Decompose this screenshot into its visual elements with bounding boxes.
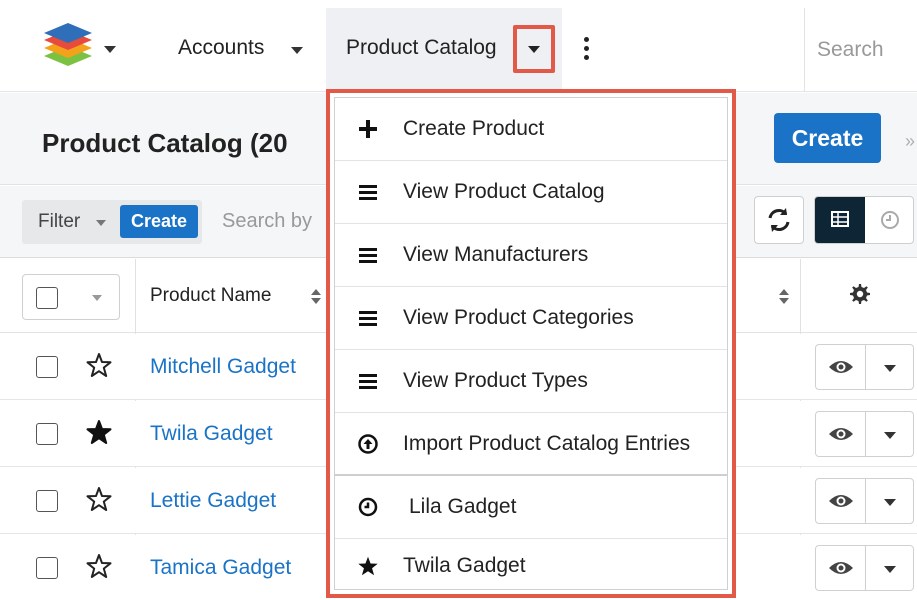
menu-item-label: View Product Types: [403, 369, 588, 392]
grid-icon: [831, 211, 849, 227]
menu-item-label: Lila Gadget: [409, 495, 517, 518]
star-filled-icon: [357, 555, 379, 577]
chevron-down-icon[interactable]: [884, 432, 896, 439]
menu-item-view-product-categories[interactable]: View Product Categories: [335, 287, 727, 350]
sort-icon[interactable]: [779, 289, 789, 305]
chevron-down-icon[interactable]: [884, 499, 896, 506]
row-checkbox[interactable]: [36, 423, 58, 445]
eye-icon[interactable]: [828, 424, 854, 444]
menu-item-label: Create Product: [403, 117, 545, 140]
star-outline-icon[interactable]: [86, 486, 112, 512]
gear-icon[interactable]: [849, 283, 871, 305]
chevron-down-icon: [528, 46, 540, 53]
star-outline-icon[interactable]: [86, 352, 112, 378]
menu-item-label: Import Product Catalog Entries: [403, 432, 691, 455]
list-search-input[interactable]: Search by: [222, 210, 312, 233]
page-title: Product Catalog (20: [42, 128, 288, 158]
create-button[interactable]: Create: [774, 113, 881, 163]
product-name-link[interactable]: Lettie Gadget: [150, 489, 276, 513]
menu-item-label: View Manufacturers: [403, 243, 589, 266]
product-name-link[interactable]: Mitchell Gadget: [150, 355, 296, 379]
activity-view-button[interactable]: [865, 197, 913, 243]
view-toggle: [814, 196, 914, 244]
header-more[interactable]: »: [905, 131, 915, 152]
select-all-checkbox[interactable]: [36, 287, 58, 309]
plus-icon: [357, 118, 379, 140]
product-name-link[interactable]: Twila Gadget: [150, 422, 273, 446]
top-navigation: Accounts Product Catalog Search: [0, 0, 917, 92]
menu-item-view-product-types[interactable]: View Product Types: [335, 350, 727, 413]
filter-create-button[interactable]: Create: [120, 205, 198, 238]
product-catalog-dropdown: Create Product View Product Catalog View…: [326, 89, 736, 598]
menu-item-label: View Product Catalog: [403, 180, 605, 203]
chevron-down-icon[interactable]: [884, 365, 896, 372]
refresh-icon: [768, 208, 790, 232]
import-icon: [357, 433, 379, 455]
list-icon: [357, 370, 379, 392]
menu-item-view-manufacturers[interactable]: View Manufacturers: [335, 224, 727, 287]
chevron-down-icon[interactable]: [96, 220, 106, 226]
chevron-down-icon[interactable]: [104, 46, 116, 53]
sort-icon[interactable]: [311, 289, 321, 305]
menu-item-create-product[interactable]: Create Product: [335, 98, 727, 161]
filter-dropdown[interactable]: Filter Create: [22, 200, 202, 244]
list-view-button[interactable]: [815, 197, 865, 243]
star-outline-icon[interactable]: [86, 553, 112, 579]
row-checkbox[interactable]: [36, 490, 58, 512]
nav-accounts[interactable]: Accounts: [178, 36, 264, 60]
chevron-down-icon[interactable]: [92, 295, 102, 301]
chevron-down-icon[interactable]: [884, 566, 896, 573]
row-checkbox[interactable]: [36, 356, 58, 378]
clock-icon: [881, 211, 899, 229]
column-header-product-name[interactable]: Product Name: [150, 285, 271, 307]
product-catalog-menu-toggle[interactable]: [513, 25, 555, 73]
menu-item-favorite-twila-gadget[interactable]: Twila Gadget: [335, 539, 727, 591]
menu-item-view-product-catalog[interactable]: View Product Catalog: [335, 161, 727, 224]
list-icon: [357, 244, 379, 266]
row-actions: [815, 478, 914, 524]
global-search[interactable]: Search: [804, 8, 917, 92]
row-actions: [815, 545, 914, 591]
row-actions: [815, 344, 914, 390]
filter-label[interactable]: Filter: [38, 211, 80, 233]
nav-product-catalog[interactable]: Product Catalog: [346, 36, 497, 60]
clock-icon: [357, 496, 379, 518]
list-icon: [357, 181, 379, 203]
eye-icon[interactable]: [828, 558, 854, 578]
chevron-down-icon[interactable]: [291, 47, 303, 54]
row-actions: [815, 411, 914, 457]
more-vertical-icon[interactable]: [584, 37, 590, 61]
refresh-button[interactable]: [754, 196, 804, 244]
dropdown-list: Create Product View Product Catalog View…: [334, 97, 728, 590]
menu-item-import-product-catalog[interactable]: Import Product Catalog Entries: [335, 413, 727, 476]
eye-icon[interactable]: [828, 357, 854, 377]
menu-item-label: View Product Categories: [403, 306, 634, 329]
star-filled-icon[interactable]: [86, 419, 112, 445]
search-input[interactable]: Search: [817, 38, 884, 62]
select-all-control[interactable]: [22, 274, 120, 320]
product-name-link[interactable]: Tamica Gadget: [150, 556, 291, 580]
row-checkbox[interactable]: [36, 557, 58, 579]
eye-icon[interactable]: [828, 491, 854, 511]
menu-item-recent-lila-gadget[interactable]: Lila Gadget: [335, 476, 727, 539]
list-icon: [357, 307, 379, 329]
menu-item-label: Twila Gadget: [403, 554, 526, 577]
